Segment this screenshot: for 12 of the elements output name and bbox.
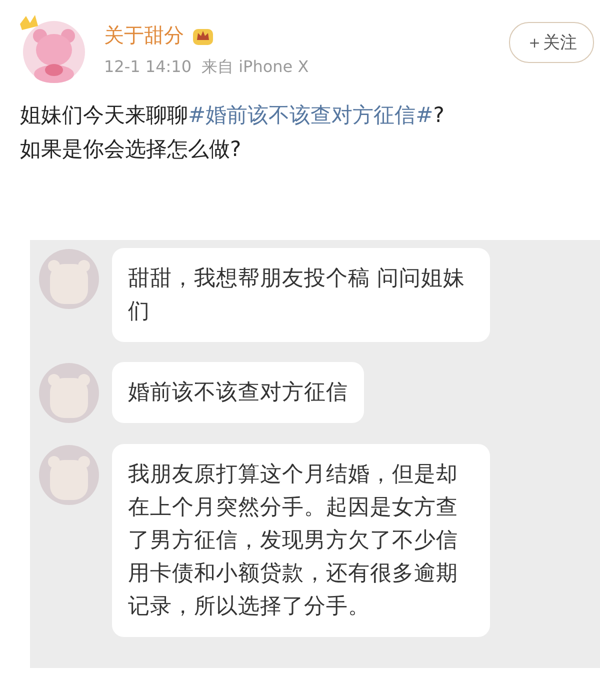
follow-button[interactable]: ＋关注: [509, 22, 594, 63]
post-text: 如果是你会选择怎么做?: [20, 136, 242, 162]
avatar: [38, 444, 100, 506]
avatar[interactable]: [18, 14, 88, 84]
post-text: 姐妹们今天来聊聊#婚前该不该查对方征信#?: [20, 102, 446, 128]
message-bubble: 甜甜，我想帮朋友投个稿 问问姐妹们: [112, 248, 490, 342]
avatar: [38, 362, 100, 424]
post-time: 12-1 14:10: [104, 57, 192, 78]
avatar: [38, 248, 100, 310]
post-source: 来自 iPhone X: [202, 57, 309, 78]
message-bubble: 我朋友原打算这个月结婚，但是却在上个月突然分手。起因是女方查了男方征信，发现男方欠了不少信用卡债和小额贷款，还有很多逾期记录，所以选择了分手。: [112, 444, 490, 637]
message-bubble: 婚前该不该查对方征信: [112, 362, 364, 423]
